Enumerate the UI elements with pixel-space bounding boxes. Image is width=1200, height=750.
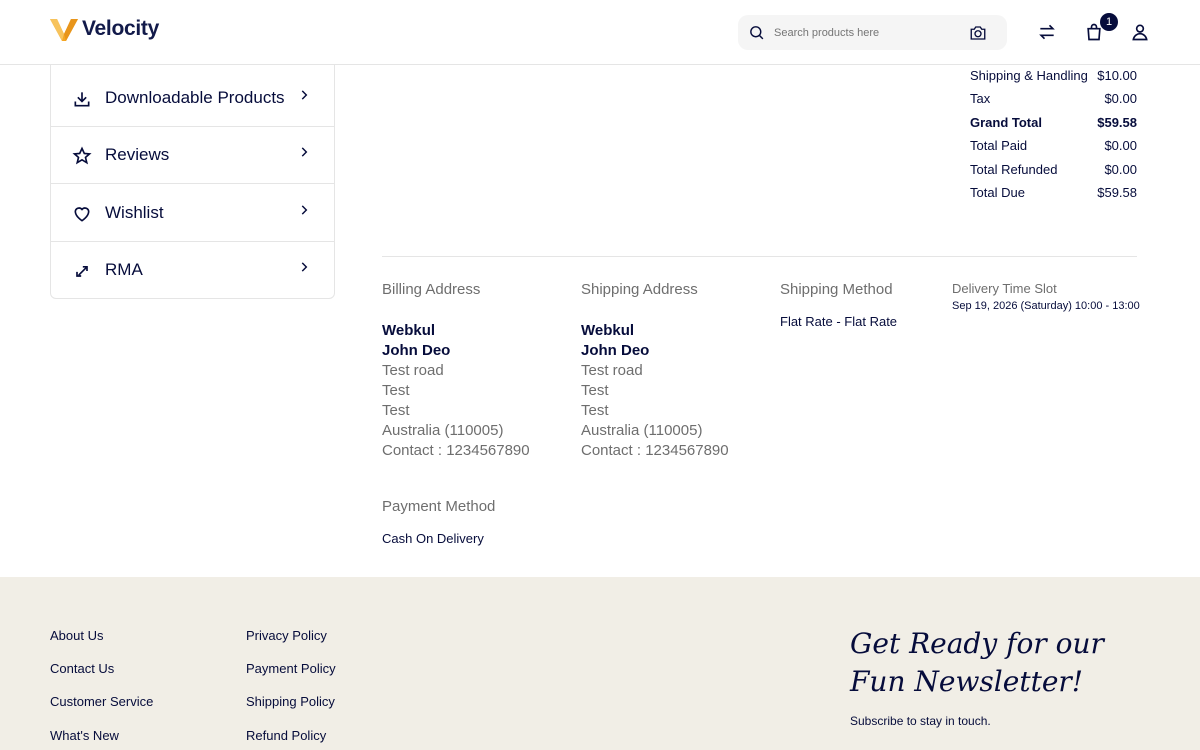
total-label: Shipping & Handling — [970, 68, 1088, 83]
delivery-slot-value: Sep 19, 2026 (Saturday) 10:00 - 13:00 — [952, 300, 1140, 312]
exchange-icon — [76, 266, 88, 277]
star-icon — [72, 146, 92, 165]
total-row-paid: Total Paid $0.00 — [970, 136, 1137, 156]
user-icon[interactable] — [1130, 22, 1150, 42]
billing-line: Australia (110005) — [382, 422, 504, 439]
footer-link-shipping-policy[interactable]: Shipping Policy — [246, 694, 335, 709]
chevron-right-icon — [301, 147, 308, 157]
chevron-right-icon — [301, 90, 308, 100]
newsletter-subtitle: Subscribe to stay in touch. — [850, 714, 991, 728]
velocity-logo-icon — [50, 19, 78, 41]
heart-icon — [74, 207, 90, 222]
shipping-line: Test — [581, 382, 609, 399]
total-value: $10.00 — [1097, 68, 1137, 83]
total-label: Tax — [970, 91, 991, 106]
site-footer: About Us Contact Us Customer Service Wha… — [0, 577, 1200, 750]
logo[interactable]: Velocity — [50, 16, 159, 42]
camera-icon[interactable] — [969, 24, 987, 42]
sidebar-item-label: Downloadable Products — [105, 88, 285, 107]
shipping-company: Webkul — [581, 322, 635, 339]
shipping-method-value: Flat Rate - Flat Rate — [780, 314, 898, 329]
shipping-contact: Contact : 1234567890 — [581, 442, 729, 459]
site-header: Velocity 1 — [0, 0, 1200, 65]
total-value: $59.58 — [1097, 115, 1137, 130]
billing-name: John Deo — [382, 342, 451, 359]
billing-line: Test road — [382, 362, 444, 379]
chevron-right-icon — [301, 262, 308, 272]
footer-link-refund-policy[interactable]: Refund Policy — [246, 728, 326, 743]
billing-contact: Contact : 1234567890 — [382, 442, 530, 459]
sidebar-item-rma[interactable]: RMA — [51, 242, 334, 299]
total-row-refunded: Total Refunded $0.00 — [970, 160, 1137, 180]
section-divider — [382, 256, 1137, 257]
shipping-name: John Deo — [581, 342, 650, 359]
shipping-method-heading: Shipping Method — [780, 281, 893, 298]
footer-link-privacy-policy[interactable]: Privacy Policy — [246, 628, 327, 643]
total-value: $0.00 — [1104, 91, 1137, 106]
billing-address-heading: Billing Address — [382, 281, 481, 298]
delivery-slot-heading: Delivery Time Slot — [952, 281, 1057, 296]
billing-line: Test — [382, 402, 410, 419]
billing-company: Webkul — [382, 322, 436, 339]
total-value: $0.00 — [1104, 162, 1137, 177]
newsletter-title-line: Get Ready for our — [850, 627, 1104, 660]
shipping-line: Australia (110005) — [581, 422, 703, 439]
total-row-shipping: Shipping & Handling $10.00 — [970, 66, 1137, 86]
shipping-address-heading: Shipping Address — [581, 281, 698, 298]
sidebar-item-wishlist[interactable]: Wishlist — [51, 185, 334, 242]
logo-text: Velocity — [82, 17, 159, 40]
total-value: $59.58 — [1097, 185, 1137, 200]
total-label: Grand Total — [970, 115, 1042, 130]
search-input[interactable] — [774, 23, 964, 43]
shipping-address: Webkul John Deo Test road Test Test Aust… — [581, 321, 729, 461]
footer-link-payment-policy[interactable]: Payment Policy — [246, 661, 336, 676]
shipping-line: Test — [581, 402, 609, 419]
download-icon — [74, 92, 90, 107]
total-row-grand-total: Grand Total $59.58 — [970, 113, 1137, 133]
total-row-due: Total Due $59.58 — [970, 183, 1137, 203]
sidebar-item-downloadable-products[interactable]: Downloadable Products — [51, 70, 334, 127]
newsletter-title: Get Ready for our Fun Newsletter! — [850, 625, 1104, 701]
footer-link-customer-service[interactable]: Customer Service — [50, 694, 153, 709]
footer-link-contact-us[interactable]: Contact Us — [50, 661, 114, 676]
sidebar-item-label: Reviews — [105, 145, 170, 164]
footer-link-about-us[interactable]: About Us — [50, 628, 103, 643]
compare-icon[interactable] — [1037, 22, 1057, 42]
newsletter-title-line: Fun Newsletter! — [850, 665, 1084, 698]
cart-count-badge: 1 — [1100, 13, 1118, 31]
search-bar[interactable] — [738, 15, 1007, 50]
sidebar-item-label: RMA — [105, 260, 143, 279]
total-label: Total Due — [970, 185, 1025, 200]
total-value: $0.00 — [1104, 138, 1137, 153]
billing-address: Webkul John Deo Test road Test Test Aust… — [382, 321, 530, 461]
total-label: Total Refunded — [970, 162, 1058, 177]
payment-method-value: Cash On Delivery — [382, 531, 484, 546]
total-label: Total Paid — [970, 138, 1028, 153]
search-icon[interactable] — [748, 24, 765, 41]
account-sidebar: Downloadable Products Reviews Wishlist R… — [50, 40, 335, 299]
total-row-tax: Tax $0.00 — [970, 89, 1137, 109]
shipping-line: Test road — [581, 362, 643, 379]
sidebar-item-reviews[interactable]: Reviews — [51, 127, 334, 184]
billing-line: Test — [382, 382, 410, 399]
sidebar-item-label: Wishlist — [105, 203, 164, 222]
payment-method-heading: Payment Method — [382, 498, 496, 515]
footer-link-whats-new[interactable]: What's New — [50, 728, 119, 743]
chevron-right-icon — [301, 205, 308, 215]
